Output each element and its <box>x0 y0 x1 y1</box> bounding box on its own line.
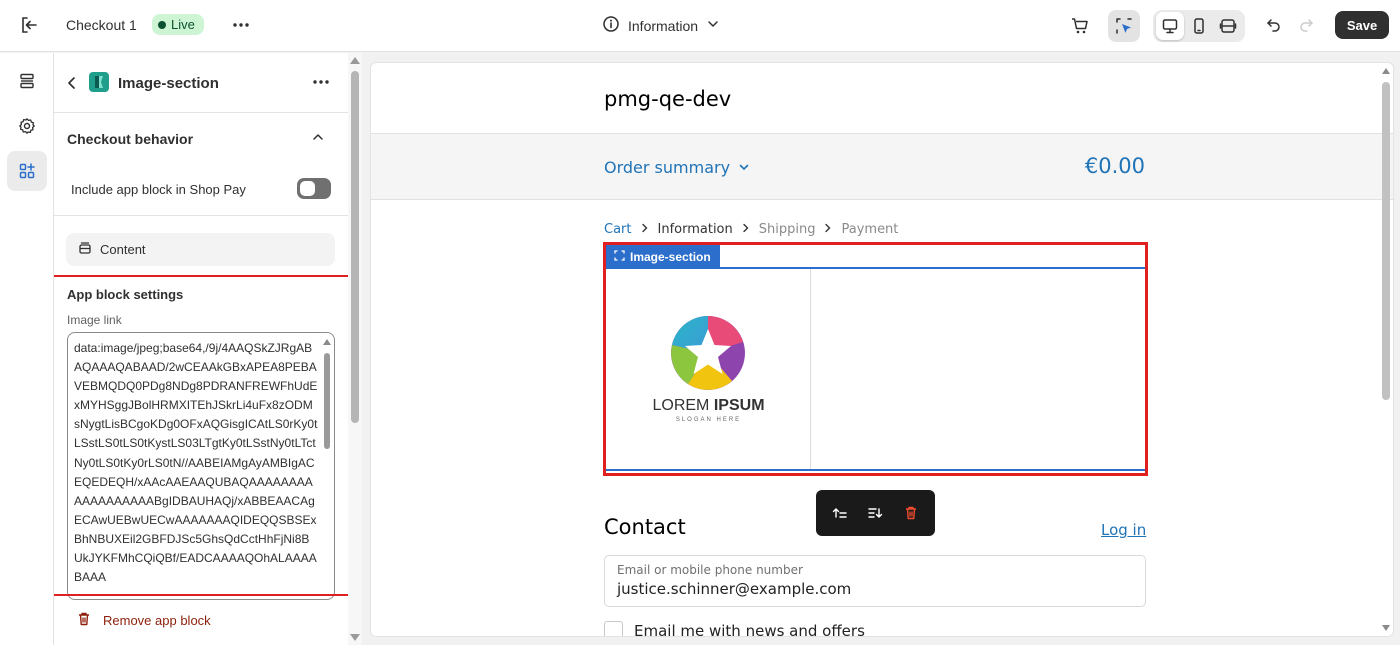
section-title[interactable]: Checkout behavior <box>67 131 193 147</box>
newsletter-option[interactable]: Email me with news and offers <box>604 621 865 637</box>
page-selector[interactable]: Information <box>602 15 720 36</box>
email-field-label: Email or mobile phone number <box>617 563 803 577</box>
panel-title: Image-section <box>118 75 219 92</box>
top-bar: Checkout 1 Live Information Save <box>0 0 1400 52</box>
status-dot <box>158 20 166 29</box>
redo-icon[interactable] <box>1294 12 1318 38</box>
scroll-down-arrow[interactable] <box>1382 625 1390 631</box>
chevron-right-icon <box>823 222 833 237</box>
app-block-icon <box>89 72 109 92</box>
breadcrumb-information: Information <box>657 222 733 237</box>
image-section-tag-label: Image-section <box>630 249 711 264</box>
order-summary-toggle[interactable]: Order summary <box>604 158 750 177</box>
sections-icon[interactable] <box>7 61 47 101</box>
select-icon[interactable] <box>1108 10 1140 42</box>
login-link[interactable]: Log in <box>1101 521 1146 539</box>
image-section-block[interactable]: Image-section LOREM IPSUM SLOGAN HERE <box>603 242 1148 476</box>
cart-icon[interactable] <box>1066 12 1094 40</box>
scroll-thumb[interactable] <box>1382 82 1390 400</box>
chevron-right-icon <box>640 222 650 237</box>
order-summary-bar[interactable]: Order summary €0.00 <box>371 133 1393 200</box>
exit-icon[interactable] <box>18 14 40 36</box>
settings-panel: Image-section Checkout behavior Include … <box>54 53 348 645</box>
shop-pay-toggle[interactable] <box>297 178 331 199</box>
back-icon[interactable] <box>64 73 80 93</box>
divider <box>54 215 348 216</box>
chevron-right-icon <box>741 222 751 237</box>
star-logo-icon <box>671 316 745 390</box>
info-icon <box>602 15 620 36</box>
breadcrumb-shipping: Shipping <box>758 222 816 237</box>
shop-pay-toggle-label: Include app block in Shop Pay <box>71 182 246 197</box>
order-total: €0.00 <box>1084 154 1145 178</box>
more-icon[interactable] <box>310 71 332 93</box>
breadcrumb: Cart Information Shipping Payment <box>604 222 898 237</box>
fullwidth-icon[interactable] <box>1214 12 1242 40</box>
order-summary-label: Order summary <box>604 158 731 177</box>
content-tab[interactable]: Content <box>66 233 335 266</box>
divider <box>54 112 348 113</box>
logo-word-light: LOREM <box>652 397 710 414</box>
remove-app-block-label: Remove app block <box>103 613 211 628</box>
image-section-content: LOREM IPSUM SLOGAN HERE <box>606 267 1145 471</box>
email-field-value: justice.schinner@example.com <box>617 580 852 598</box>
email-field[interactable]: Email or mobile phone number justice.sch… <box>604 555 1146 607</box>
trash-icon <box>76 611 92 630</box>
remove-app-block-button[interactable]: Remove app block <box>76 611 211 630</box>
more-icon[interactable] <box>232 14 250 36</box>
preview-scrollbar[interactable] <box>1379 62 1393 637</box>
checkout-title: Checkout 1 <box>66 17 137 33</box>
store-name: pmg-qe-dev <box>604 87 732 111</box>
checkout-preview: pmg-qe-dev Order summary €0.00 Cart Info… <box>370 62 1394 637</box>
panel-scrollbar[interactable] <box>348 53 362 645</box>
newsletter-checkbox[interactable] <box>604 621 623 636</box>
left-rail <box>0 53 54 645</box>
block-toolbar <box>816 490 935 536</box>
apps-icon[interactable] <box>7 151 47 191</box>
desktop-icon[interactable] <box>1156 12 1184 40</box>
settings-icon[interactable] <box>7 106 47 146</box>
move-up-icon[interactable] <box>827 500 853 526</box>
logo-wordmark: LOREM IPSUM <box>606 397 811 415</box>
device-toggle-group <box>1153 10 1245 42</box>
undo-icon[interactable] <box>1262 12 1286 38</box>
scroll-up-arrow[interactable] <box>1382 68 1390 74</box>
highlight-box <box>54 275 348 596</box>
toggle-knob <box>300 181 315 196</box>
logo-word-bold: IPSUM <box>713 397 765 414</box>
breadcrumb-payment: Payment <box>841 222 899 237</box>
move-down-icon[interactable] <box>862 500 888 526</box>
chevron-down-icon <box>738 158 750 177</box>
breadcrumb-cart[interactable]: Cart <box>604 222 632 237</box>
scroll-down-arrow[interactable] <box>350 634 360 641</box>
logo-slogan: SLOGAN HERE <box>675 417 742 423</box>
content-icon <box>78 241 92 258</box>
image-section-tag[interactable]: Image-section <box>606 245 720 268</box>
status-badge: Live <box>152 14 204 35</box>
scroll-up-arrow[interactable] <box>350 57 360 64</box>
logo-image: LOREM IPSUM SLOGAN HERE <box>606 269 811 469</box>
delete-icon[interactable] <box>898 500 924 526</box>
contact-title: Contact <box>604 515 686 539</box>
newsletter-label: Email me with news and offers <box>634 621 865 637</box>
select-frame-icon <box>614 249 625 264</box>
content-label: Content <box>100 242 146 257</box>
save-button[interactable]: Save <box>1335 11 1389 39</box>
chevron-up-icon[interactable] <box>310 129 326 145</box>
chevron-down-icon <box>706 17 720 34</box>
scroll-thumb[interactable] <box>351 71 359 423</box>
page-selector-label: Information <box>628 17 699 34</box>
status-badge-label: Live <box>171 17 195 32</box>
mobile-icon[interactable] <box>1185 12 1213 40</box>
